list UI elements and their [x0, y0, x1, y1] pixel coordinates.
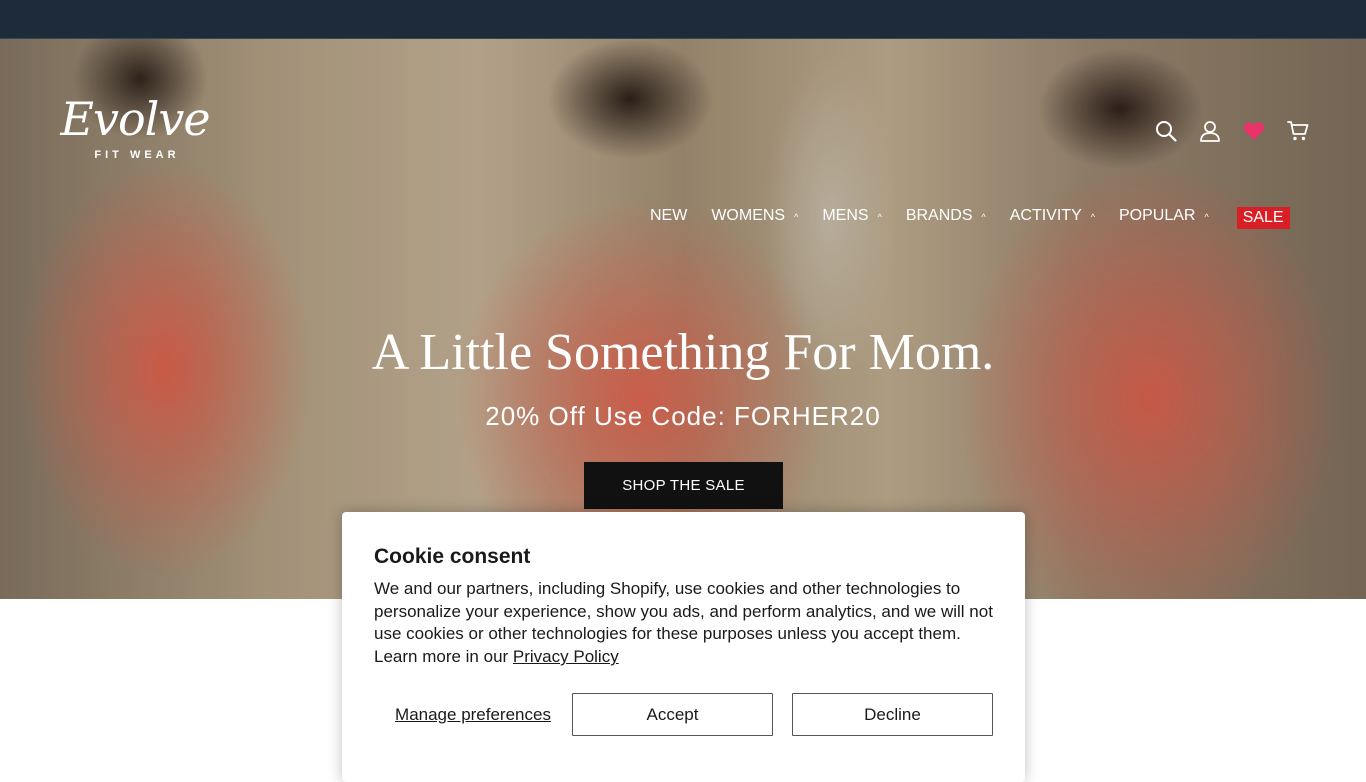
- hero-subtitle: 20% Off Use Code: FORHER20: [485, 401, 881, 431]
- shop-the-sale-button[interactable]: SHOP THE SALE: [584, 462, 783, 509]
- nav-label: BRANDS: [905, 207, 973, 224]
- accept-cookies-button[interactable]: Accept: [572, 693, 773, 736]
- search-icon[interactable]: [1152, 117, 1180, 145]
- nav-label: ACTIVITY: [1009, 207, 1082, 224]
- main-nav: NEW WOMENS ^ MENS ^ BRANDS ^ ACTIVITY ^ …: [650, 203, 1290, 229]
- logo-tagline: FIT WEAR: [94, 149, 180, 161]
- wishlist-heart-icon[interactable]: [1240, 117, 1268, 145]
- nav-item-mens[interactable]: MENS ^: [822, 207, 881, 225]
- announcement-bar: [0, 0, 1366, 39]
- nav-item-brands[interactable]: BRANDS ^: [906, 207, 986, 225]
- nav-item-new[interactable]: NEW: [650, 207, 687, 225]
- cookie-consent-body: We and our partners, including Shopify, …: [374, 579, 993, 667]
- manage-preferences-button[interactable]: Manage preferences: [374, 693, 572, 736]
- cookie-actions: Manage preferences Accept Decline: [374, 693, 994, 736]
- nav-label: POPULAR: [1118, 207, 1196, 224]
- decline-cookies-button[interactable]: Decline: [792, 693, 993, 736]
- account-icon[interactable]: [1196, 117, 1224, 145]
- chevron-up-icon: ^: [877, 211, 882, 222]
- nav-item-popular[interactable]: POPULAR ^: [1119, 207, 1209, 225]
- logo-wordmark: Evolve: [60, 92, 210, 146]
- cookie-consent-title: Cookie consent: [374, 545, 531, 568]
- header-icons: [1152, 117, 1318, 145]
- cookie-consent-dialog: Cookie consent We and our partners, incl…: [342, 512, 1025, 782]
- hero-title: A Little Something For Mom.: [371, 324, 995, 381]
- chevron-up-icon: ^: [981, 211, 986, 222]
- nav-item-activity[interactable]: ACTIVITY ^: [1010, 207, 1095, 225]
- chevron-up-icon: ^: [1204, 211, 1209, 222]
- cookie-consent-text: We and our partners, including Shopify, …: [374, 578, 994, 669]
- nav-item-womens[interactable]: WOMENS ^: [711, 207, 798, 225]
- site-logo[interactable]: Evolve FIT WEAR: [60, 95, 210, 170]
- nav-label: MENS: [822, 207, 869, 224]
- nav-label: WOMENS: [711, 207, 786, 224]
- chevron-up-icon: ^: [794, 211, 799, 222]
- nav-item-sale[interactable]: SALE: [1236, 207, 1290, 229]
- nav-label: NEW: [650, 207, 688, 224]
- cart-icon[interactable]: [1284, 117, 1312, 145]
- chevron-up-icon: ^: [1090, 211, 1095, 222]
- privacy-policy-link[interactable]: Privacy Policy: [513, 647, 619, 666]
